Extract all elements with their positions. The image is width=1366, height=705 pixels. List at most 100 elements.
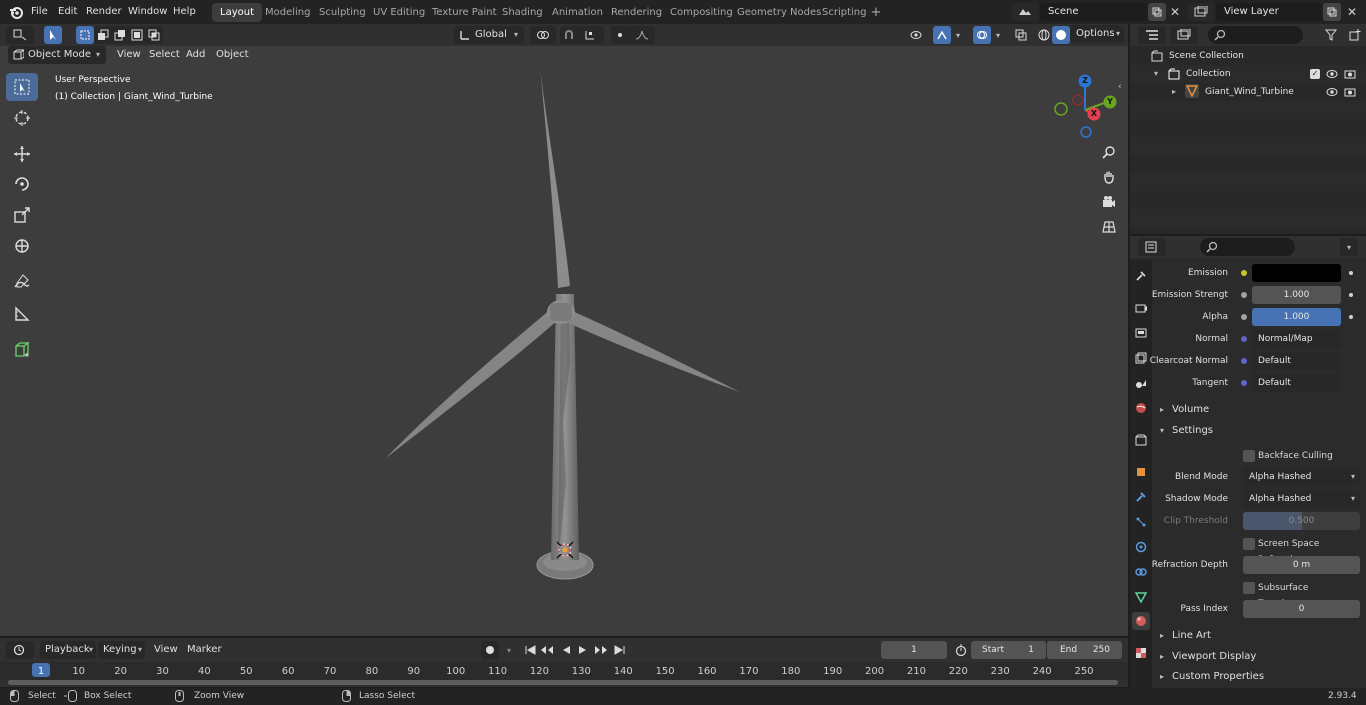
jump-to-start-icon[interactable]	[521, 641, 539, 659]
perspective-toggle-icon[interactable]	[1099, 217, 1119, 237]
backface-culling-checkbox[interactable]	[1243, 450, 1255, 462]
volume-panel-header[interactable]: ▸ Volume	[1154, 400, 1366, 420]
constraints-tab-icon[interactable]	[1132, 563, 1150, 581]
pivot-point-icon[interactable]	[530, 26, 556, 44]
refraction-depth-field[interactable]: 0 m	[1243, 556, 1360, 574]
display-mode-icon[interactable]	[1170, 26, 1198, 44]
menu-view[interactable]: View	[111, 46, 147, 64]
property-value-field[interactable]	[1252, 264, 1341, 282]
data-tab-icon[interactable]	[1132, 588, 1150, 606]
socket-icon[interactable]	[1241, 270, 1247, 276]
options-dropdown[interactable]: Options ▾	[1070, 25, 1124, 43]
camera-render-icon[interactable]	[1344, 68, 1356, 80]
shading-wireframe-icon[interactable]	[1035, 26, 1053, 44]
tab-texture-paint[interactable]: Texture Paint	[424, 3, 505, 22]
custom-properties-panel-header[interactable]: ▸ Custom Properties	[1154, 667, 1366, 687]
select-tool-mode-icon[interactable]	[44, 26, 62, 44]
eye-icon[interactable]	[1326, 86, 1338, 98]
current-frame-field[interactable]: 1	[881, 641, 947, 659]
view-layer-field[interactable]: View Layer	[1216, 3, 1322, 21]
blend-mode-select[interactable]: Alpha Hashed ▾	[1243, 468, 1360, 486]
outliner-search-input[interactable]	[1208, 26, 1303, 44]
record-keyframe-icon[interactable]	[481, 641, 499, 659]
clip-threshold-slider[interactable]: 0.500	[1243, 512, 1360, 530]
menu-add[interactable]: Add	[180, 46, 211, 64]
measure-tool[interactable]	[6, 300, 38, 328]
start-frame-field[interactable]: Start 1	[971, 641, 1046, 659]
property-value-field[interactable]: Normal/Map	[1252, 330, 1341, 348]
timeline-editor-type-icon[interactable]	[6, 641, 34, 659]
screen-space-refraction-checkbox[interactable]	[1243, 538, 1255, 550]
pass-index-field[interactable]: 0	[1243, 600, 1360, 618]
timeline-view-menu[interactable]: View	[149, 641, 183, 659]
expand-arrow-icon[interactable]: ▾	[1154, 65, 1158, 83]
world-tab-icon[interactable]	[1132, 399, 1150, 417]
menu-help[interactable]: Help	[166, 2, 203, 22]
eye-icon[interactable]	[1326, 68, 1338, 80]
tab-scripting[interactable]: Scripting	[814, 3, 874, 22]
tab-uv-editing[interactable]: UV Editing	[365, 3, 433, 22]
camera-view-icon[interactable]	[1099, 192, 1119, 212]
modifier-tab-icon[interactable]	[1132, 488, 1150, 506]
scale-tool[interactable]	[6, 201, 38, 229]
play-icon[interactable]	[574, 641, 592, 659]
outliner-editor-type-icon[interactable]	[1138, 26, 1166, 44]
auto-key-options-chevron-icon[interactable]: ▾	[500, 641, 518, 659]
keying-menu[interactable]: Keying ▾	[98, 641, 145, 659]
select-extend-icon[interactable]	[94, 26, 112, 44]
transform-orientation-dropdown[interactable]: Global ▾	[454, 26, 524, 44]
select-subtract-icon[interactable]	[111, 26, 129, 44]
select-box-tool[interactable]	[6, 73, 38, 101]
tab-modeling[interactable]: Modeling	[257, 3, 319, 22]
tab-animation[interactable]: Animation	[544, 3, 611, 22]
add-cube-tool[interactable]	[6, 335, 38, 363]
properties-options-chevron-icon[interactable]: ▾	[1340, 238, 1358, 256]
falloff-icon[interactable]	[629, 26, 655, 44]
play-reverse-icon[interactable]	[557, 641, 575, 659]
zoom-icon[interactable]	[1099, 142, 1119, 162]
subsurface-translucency-checkbox[interactable]	[1243, 582, 1255, 594]
particles-tab-icon[interactable]	[1132, 513, 1150, 531]
line-art-panel-header[interactable]: ▸ Line Art	[1154, 626, 1366, 646]
render-tab-icon[interactable]	[1132, 299, 1150, 317]
select-invert-icon[interactable]	[128, 26, 146, 44]
material-tab-icon[interactable]	[1132, 612, 1150, 630]
add-workspace-icon[interactable]: +	[867, 3, 885, 21]
keyframe-dot-icon[interactable]	[1349, 271, 1353, 275]
outliner-row-object[interactable]: ▸ Giant_Wind_Turbine	[1130, 83, 1366, 101]
socket-icon[interactable]	[1241, 358, 1247, 364]
jump-to-end-icon[interactable]	[611, 641, 629, 659]
scene-selector-icon[interactable]	[1012, 3, 1038, 21]
view-layer-selector-icon[interactable]	[1188, 3, 1214, 21]
sidebar-toggle-icon[interactable]: ‹	[1118, 82, 1122, 92]
keyframe-dot-icon[interactable]	[1349, 293, 1353, 297]
menu-object[interactable]: Object	[210, 46, 255, 64]
scene-name-field[interactable]: Scene	[1040, 3, 1148, 21]
tab-rendering[interactable]: Rendering	[603, 3, 670, 22]
move-tool[interactable]	[6, 140, 38, 168]
exclude-checkbox-icon[interactable]: ✓	[1310, 69, 1320, 79]
scene-tab-icon[interactable]	[1132, 374, 1150, 392]
close-view-layer-icon[interactable]: ✕	[1343, 3, 1361, 21]
xray-toggle-icon[interactable]	[1012, 26, 1030, 44]
close-scene-icon[interactable]: ✕	[1166, 3, 1184, 21]
copy-view-layer-icon[interactable]	[1323, 3, 1341, 21]
view-layer-tab-icon[interactable]	[1132, 349, 1150, 367]
socket-icon[interactable]	[1241, 336, 1247, 342]
outliner-row-scene-collection[interactable]: Scene Collection	[1130, 47, 1366, 65]
transform-tool[interactable]	[6, 232, 38, 260]
pan-hand-icon[interactable]	[1099, 167, 1119, 187]
outliner-row-collection[interactable]: ▾ Collection ✓	[1130, 65, 1366, 83]
object-mode-dropdown[interactable]: Object Mode ▾	[8, 46, 106, 64]
playback-menu[interactable]: Playback ▾	[40, 641, 96, 659]
shadow-mode-select[interactable]: Alpha Hashed ▾	[1243, 490, 1360, 508]
property-value-field[interactable]: 1.000	[1252, 286, 1341, 304]
properties-editor-type-icon[interactable]	[1138, 238, 1166, 256]
timeline-scrollbar[interactable]	[8, 680, 1118, 685]
jump-to-keyframe-back-icon[interactable]	[538, 641, 556, 659]
navigation-gizmo[interactable]: Z Y X	[1052, 74, 1122, 144]
jump-to-keyframe-forward-icon[interactable]	[592, 641, 610, 659]
select-new-icon[interactable]	[76, 26, 94, 44]
visibility-filter-icon[interactable]	[904, 26, 930, 44]
output-tab-icon[interactable]	[1132, 324, 1150, 342]
